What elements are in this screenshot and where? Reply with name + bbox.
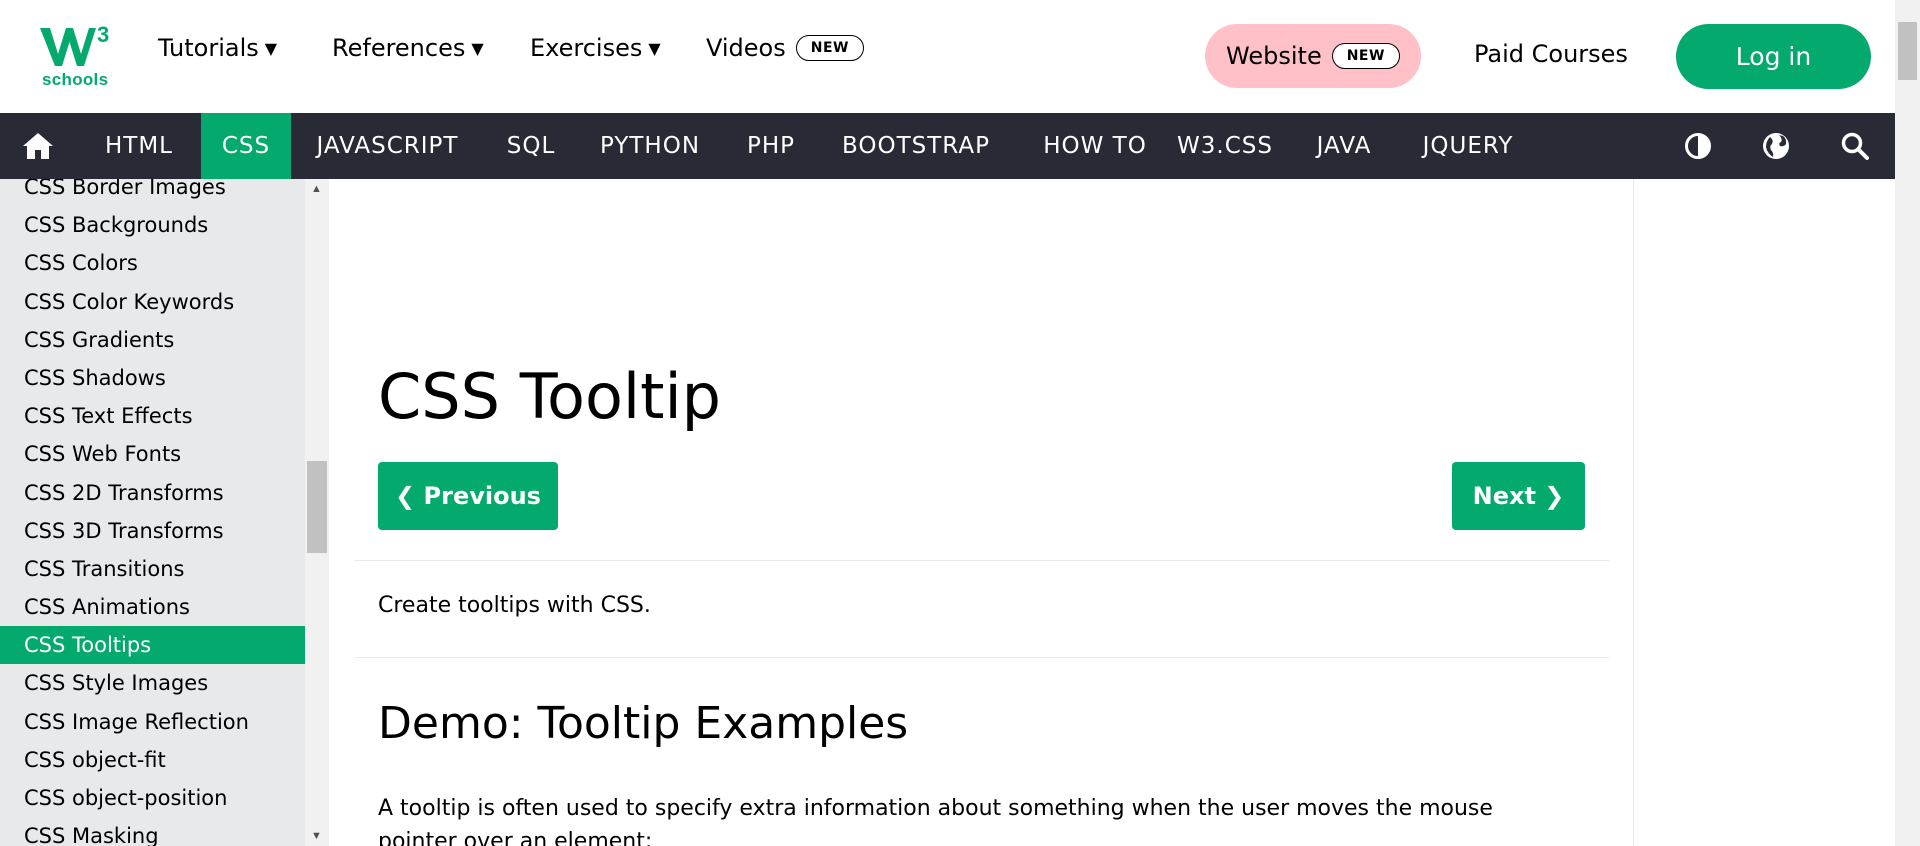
home-icon[interactable] <box>22 131 54 161</box>
sidebar-item-web-fonts[interactable]: CSS Web Fonts <box>0 435 305 473</box>
sidebar-item-masking[interactable]: CSS Masking <box>0 817 305 846</box>
body-line-1: A tooltip is often used to specify extra… <box>378 796 1493 821</box>
divider <box>354 560 1609 561</box>
sidebar-list: CSS Border Images CSS Backgrounds CSS Co… <box>0 179 305 846</box>
sidebar-item-gradients[interactable]: CSS Gradients <box>0 321 305 359</box>
w3-logo-mark <box>40 28 96 66</box>
tutorials-menu[interactable]: Tutorials ▼ <box>158 34 277 62</box>
sidebar-item-border-images[interactable]: CSS Border Images <box>0 179 305 206</box>
nav-css[interactable]: CSS <box>201 113 291 179</box>
scroll-down-arrow-icon[interactable]: ▼ <box>311 830 322 842</box>
sidebar-item-object-position[interactable]: CSS object-position <box>0 779 305 817</box>
main-nav: HTML CSS JAVASCRIPT SQL PYTHON PHP BOOTS… <box>0 113 1895 179</box>
logo-text: schools <box>42 70 109 89</box>
caret-down-icon: ▼ <box>264 38 278 58</box>
globe-icon[interactable] <box>1761 131 1791 161</box>
sidebar-item-tooltips[interactable]: CSS Tooltips <box>0 626 305 665</box>
body-paragraph: A tooltip is often used to specify extra… <box>378 792 1578 846</box>
videos-new-badge: NEW <box>795 35 864 61</box>
intro-text: Create tooltips with CSS. <box>378 593 651 618</box>
nav-php[interactable]: PHP <box>730 113 812 179</box>
sidebar-item-animations[interactable]: CSS Animations <box>0 588 305 626</box>
exercises-label: Exercises <box>530 34 643 62</box>
top-header: 3 schools Tutorials ▼ References ▼ Exerc… <box>0 0 1895 113</box>
nav-bootstrap[interactable]: BOOTSTRAP <box>834 113 998 179</box>
section-title: Demo: Tooltip Examples <box>378 698 909 749</box>
sidebar-item-3d-transforms[interactable]: CSS 3D Transforms <box>0 512 305 550</box>
website-label: Website <box>1226 42 1322 70</box>
nav-sql[interactable]: SQL <box>491 113 571 179</box>
search-icon[interactable] <box>1840 131 1870 161</box>
tutorials-label: Tutorials <box>158 34 259 62</box>
videos-label: Videos <box>706 34 786 62</box>
sidebar-scrollbar-thumb[interactable] <box>307 461 327 553</box>
sidebar-item-image-reflection[interactable]: CSS Image Reflection <box>0 703 305 741</box>
sidebar-item-style-images[interactable]: CSS Style Images <box>0 664 305 702</box>
website-button[interactable]: Website NEW <box>1205 24 1421 88</box>
sidebar-item-colors[interactable]: CSS Colors <box>0 244 305 282</box>
sidebar-item-transitions[interactable]: CSS Transitions <box>0 550 305 588</box>
caret-down-icon: ▼ <box>471 38 484 58</box>
body-line-2: pointer over an element: <box>378 829 653 846</box>
right-divider <box>1633 179 1634 846</box>
website-new-badge: NEW <box>1331 43 1400 69</box>
sidebar-scrollbar[interactable]: ▲ ▼ <box>305 179 329 846</box>
nav-java[interactable]: JAVA <box>1306 113 1382 179</box>
logo-superscript: 3 <box>97 22 110 47</box>
scroll-up-arrow-icon[interactable]: ▲ <box>311 183 322 195</box>
paid-courses-link[interactable]: Paid Courses <box>1474 40 1628 68</box>
page-scrollbar-thumb[interactable] <box>1898 22 1917 80</box>
w3schools-logo[interactable]: 3 schools <box>40 22 116 90</box>
exercises-menu[interactable]: Exercises ▼ <box>530 34 661 62</box>
login-button[interactable]: Log in <box>1676 24 1871 89</box>
previous-button[interactable]: ❮ Previous <box>378 462 558 530</box>
sidebar-item-color-keywords[interactable]: CSS Color Keywords <box>0 283 305 321</box>
caret-down-icon: ▼ <box>648 38 661 58</box>
nav-w3css[interactable]: W3.CSS <box>1170 113 1280 179</box>
divider <box>354 657 1609 658</box>
sidebar-item-text-effects[interactable]: CSS Text Effects <box>0 397 305 435</box>
references-menu[interactable]: References ▼ <box>332 34 484 62</box>
sidebar-item-object-fit[interactable]: CSS object-fit <box>0 741 305 779</box>
sidebar: CSS Border Images CSS Backgrounds CSS Co… <box>0 179 305 846</box>
sidebar-item-shadows[interactable]: CSS Shadows <box>0 359 305 397</box>
nav-javascript[interactable]: JAVASCRIPT <box>305 113 470 179</box>
page-title: CSS Tooltip <box>378 360 722 433</box>
page-scrollbar[interactable] <box>1895 0 1920 846</box>
next-button[interactable]: Next ❯ <box>1452 462 1585 530</box>
sidebar-item-backgrounds[interactable]: CSS Backgrounds <box>0 206 305 244</box>
videos-menu[interactable]: Videos NEW <box>706 34 864 62</box>
nav-howto[interactable]: HOW TO <box>1024 113 1166 179</box>
references-label: References <box>332 34 466 62</box>
sidebar-item-2d-transforms[interactable]: CSS 2D Transforms <box>0 474 305 512</box>
nav-html[interactable]: HTML <box>86 113 192 179</box>
contrast-icon[interactable] <box>1683 131 1713 161</box>
nav-jquery[interactable]: JQUERY <box>1412 113 1524 179</box>
nav-python[interactable]: PYTHON <box>592 113 708 179</box>
